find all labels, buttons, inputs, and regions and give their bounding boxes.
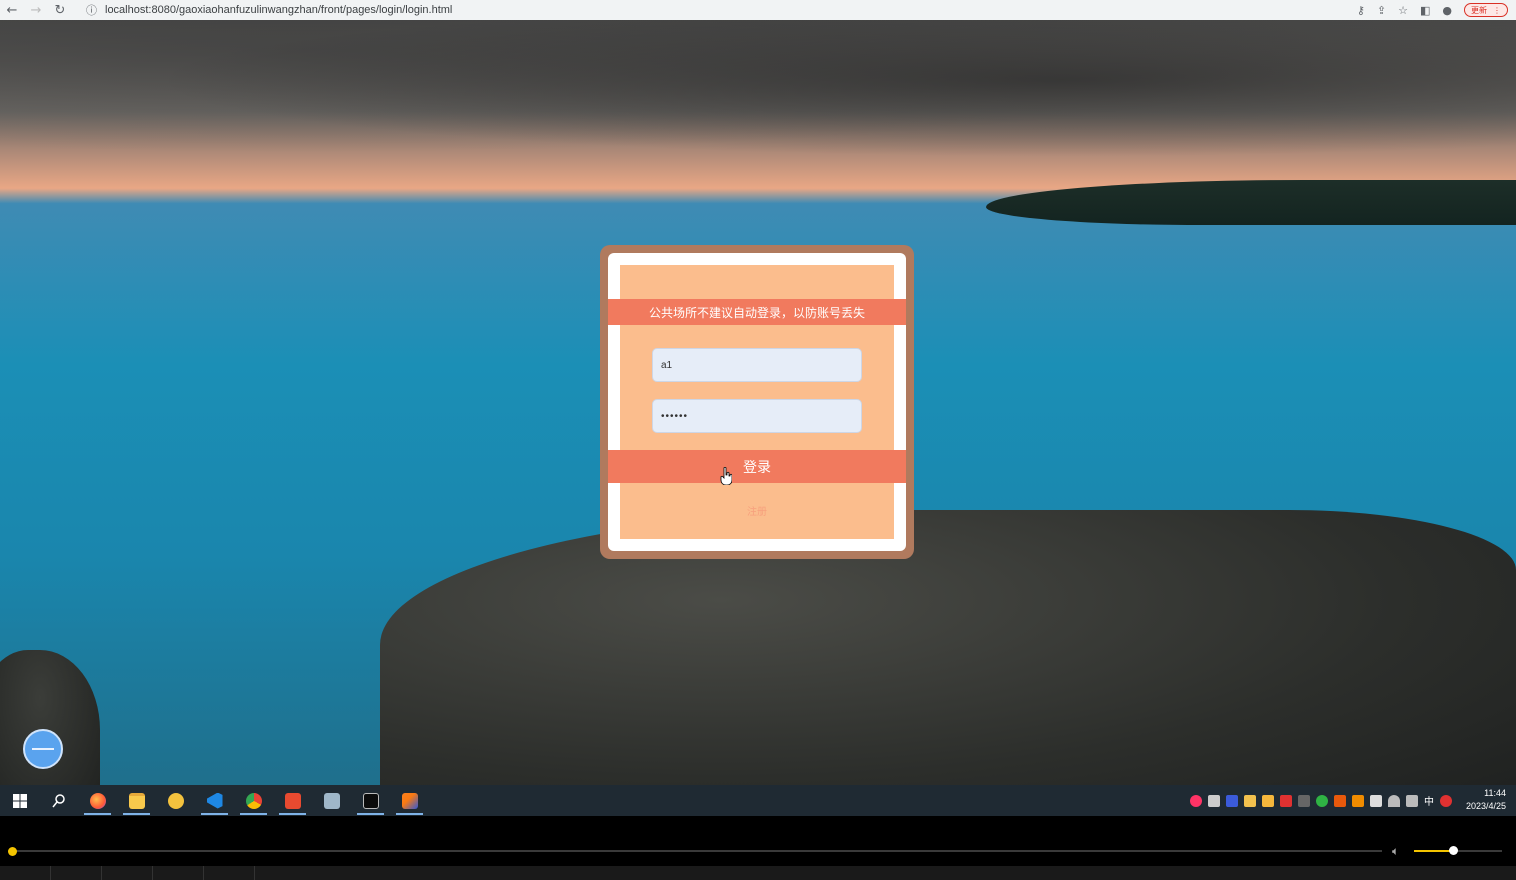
- taskbar-chrome[interactable]: [234, 785, 273, 816]
- menu-line-icon: [32, 748, 54, 750]
- taskbar-firefox[interactable]: [78, 785, 117, 816]
- player-slot[interactable]: [51, 866, 102, 880]
- tray-usb-icon[interactable]: [1370, 794, 1382, 807]
- wps-icon: [284, 792, 301, 809]
- browser-app-icon: [167, 792, 184, 809]
- sky-clouds: [0, 20, 1516, 170]
- clock[interactable]: 11:44 2023/4/25: [1456, 787, 1506, 814]
- profile-icon[interactable]: ●: [1442, 4, 1452, 17]
- volume-slider[interactable]: [1414, 850, 1502, 852]
- share-icon[interactable]: ⇪: [1377, 4, 1386, 17]
- video-player-controls: 🔈︎: [0, 816, 1516, 880]
- tray-app-icon[interactable]: [1190, 794, 1202, 807]
- folder-icon: [128, 792, 145, 809]
- tray-app-icon[interactable]: [1440, 794, 1452, 807]
- taskbar-search-button[interactable]: [39, 785, 78, 816]
- speaker-icon[interactable]: 🔈︎: [1392, 844, 1399, 859]
- player-slot[interactable]: [153, 866, 204, 880]
- hand-cursor-icon: [720, 467, 732, 485]
- password-input[interactable]: ••••••: [652, 399, 862, 433]
- chrome-icon: [245, 792, 262, 809]
- browser-toolbar: ← → ↻ ⓘ localhost:8080/gaoxiaohanfuzulin…: [0, 0, 1516, 20]
- floating-menu-button[interactable]: [23, 729, 63, 769]
- key-icon[interactable]: ⚷: [1357, 4, 1365, 17]
- player-slot[interactable]: [102, 866, 153, 880]
- update-button[interactable]: 更新 ⋮: [1464, 3, 1508, 17]
- foreground-rocks: [380, 510, 1516, 785]
- update-label: 更新: [1471, 5, 1487, 15]
- volume-icon[interactable]: [1406, 794, 1418, 807]
- more-icon: ⋮: [1493, 5, 1501, 15]
- player-slot[interactable]: [204, 866, 255, 880]
- ide-icon: [401, 792, 418, 809]
- windows-icon: [12, 793, 27, 808]
- distant-island: [986, 180, 1516, 225]
- taskbar-wps[interactable]: [273, 785, 312, 816]
- notes-icon: [323, 792, 340, 809]
- taskbar-terminal[interactable]: [351, 785, 390, 816]
- tray-app-icon[interactable]: [1352, 794, 1364, 807]
- taskbar: 中 11:44 2023/4/25: [0, 785, 1516, 816]
- clock-time: 11:44: [1484, 788, 1506, 798]
- address-bar[interactable]: ⓘ localhost:8080/gaoxiaohanfuzulinwangzh…: [86, 0, 452, 20]
- seek-bar[interactable]: [12, 850, 1382, 852]
- url-text: localhost:8080/gaoxiaohanfuzulinwangzhan…: [105, 4, 453, 16]
- vscode-icon: [206, 792, 223, 809]
- taskbar-vscode[interactable]: [195, 785, 234, 816]
- taskbar-notes[interactable]: [312, 785, 351, 816]
- seek-handle[interactable]: [8, 847, 17, 856]
- taskbar-file-explorer[interactable]: [117, 785, 156, 816]
- wifi-icon[interactable]: [1388, 794, 1400, 807]
- clock-date: 2023/4/25: [1465, 801, 1506, 811]
- taskbar-qqbrowser[interactable]: [156, 785, 195, 816]
- tray-app-icon[interactable]: [1226, 794, 1238, 807]
- tray-app-icon[interactable]: [1244, 794, 1256, 807]
- side-panel-icon[interactable]: ◧: [1420, 4, 1430, 17]
- reload-icon[interactable]: ↻: [48, 0, 72, 20]
- tray-wechat-icon[interactable]: [1316, 794, 1328, 807]
- search-icon: [51, 793, 65, 807]
- login-button[interactable]: 登录: [608, 450, 906, 483]
- tray-shield-icon[interactable]: [1262, 794, 1274, 807]
- site-info-icon[interactable]: ⓘ: [86, 2, 97, 18]
- tray-tool-icon[interactable]: [1208, 794, 1220, 807]
- tray-app-icon[interactable]: [1334, 794, 1346, 807]
- taskbar-ide[interactable]: [390, 785, 429, 816]
- player-bottom-bar: [0, 866, 1516, 880]
- register-link[interactable]: 注册: [600, 503, 914, 518]
- tray-app-icon[interactable]: [1280, 794, 1292, 807]
- volume-handle[interactable]: [1449, 846, 1458, 855]
- tray-app-icon[interactable]: [1298, 794, 1310, 807]
- login-card: 公共场所不建议自动登录，以防账号丢失 a1 •••••• 登录 注册: [600, 245, 914, 559]
- terminal-icon: [362, 792, 379, 809]
- back-icon[interactable]: ←: [0, 0, 24, 20]
- volume-fill: [1414, 850, 1454, 852]
- system-tray: 中: [1190, 785, 1452, 816]
- start-button[interactable]: [0, 785, 39, 816]
- ime-indicator[interactable]: 中: [1424, 793, 1434, 808]
- username-input[interactable]: a1: [652, 348, 862, 382]
- forward-icon[interactable]: →: [24, 0, 48, 20]
- firefox-icon: [89, 792, 106, 809]
- login-notice: 公共场所不建议自动登录，以防账号丢失: [608, 299, 906, 325]
- star-icon[interactable]: ☆: [1398, 4, 1408, 17]
- browser-actions: ⚷ ⇪ ☆ ◧ ● 更新 ⋮: [1357, 0, 1508, 20]
- player-slot[interactable]: [0, 866, 51, 880]
